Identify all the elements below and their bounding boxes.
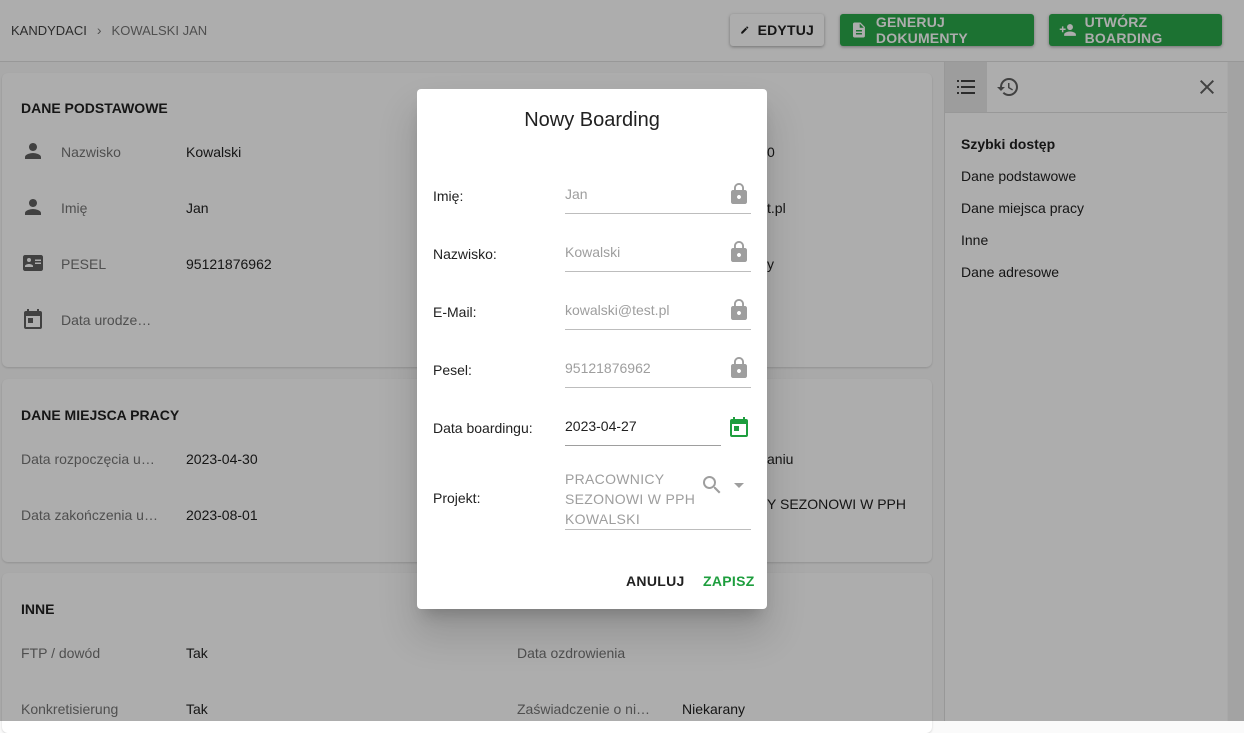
save-button[interactable]: ZAPISZ xyxy=(703,573,755,589)
pesel-field-label: Pesel: xyxy=(433,362,472,378)
boarding-date-label: Data boardingu: xyxy=(433,420,533,436)
new-boarding-dialog: Nowy Boarding Imię: Jan Nazwisko: Kowals… xyxy=(417,89,767,609)
lock-icon xyxy=(731,299,747,320)
project-select[interactable]: PRACOWNICY SEZONOWI W PPH KOWALSKI xyxy=(565,469,705,529)
dialog-title: Nowy Boarding xyxy=(524,109,660,131)
surname-field-label: Nazwisko: xyxy=(433,246,497,262)
lock-icon xyxy=(731,183,747,204)
boarding-date-input[interactable]: 2023-04-27 xyxy=(565,418,637,434)
project-label: Projekt: xyxy=(433,490,481,506)
email-field-label: E-Mail: xyxy=(433,304,477,320)
email-input[interactable]: kowalski@test.pl xyxy=(565,302,669,318)
calendar-icon[interactable] xyxy=(727,415,751,439)
surname-input[interactable]: Kowalski xyxy=(565,244,620,260)
pesel-input[interactable]: 95121876962 xyxy=(565,360,651,376)
dropdown-arrow-icon[interactable] xyxy=(727,473,751,497)
lock-icon xyxy=(731,357,747,378)
lock-icon xyxy=(731,241,747,262)
cancel-button[interactable]: ANULUJ xyxy=(626,573,685,589)
name-field-label: Imię: xyxy=(433,188,464,204)
search-icon[interactable] xyxy=(700,473,724,497)
name-input[interactable]: Jan xyxy=(565,186,588,202)
